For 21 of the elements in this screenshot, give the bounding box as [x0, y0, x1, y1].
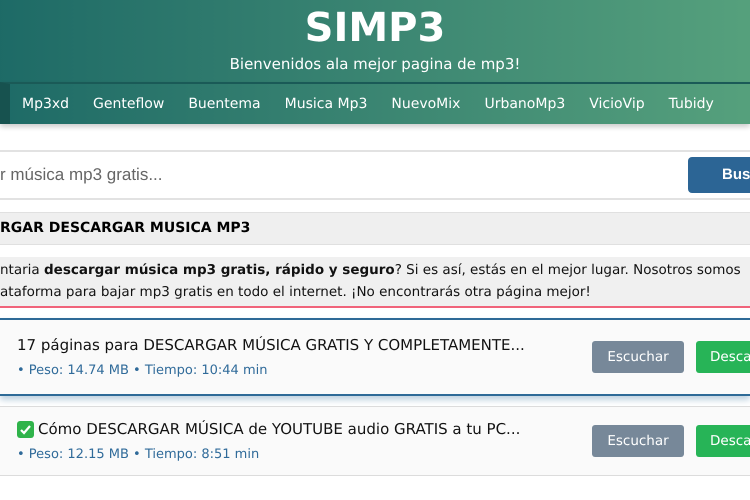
nav-link[interactable]: Tubidy [656, 94, 726, 114]
listen-button[interactable]: Escuchar [592, 425, 684, 457]
download-button[interactable]: Desca [696, 425, 750, 457]
result-title[interactable]: Cómo DESCARGAR MÚSICA de YOUTUBE audio GRATIS a tu PC... [38, 418, 520, 440]
nav-link[interactable]: NuevoMix [379, 94, 472, 114]
site-subtitle: Bienvenidos ala mejor pagina de mp3! [230, 54, 520, 74]
listen-button[interactable]: Escuchar [592, 341, 684, 373]
nav-link[interactable]: UrbanoMp3 [472, 94, 578, 114]
section-heading: RGAR DESCARGAR MUSICA MP3 [0, 212, 750, 245]
result-meta: • Peso: 12.15 MB • Tiempo: 8:51 min [17, 446, 260, 464]
site-title: SIMP3 [304, 4, 446, 52]
search-button[interactable]: Bus [688, 157, 750, 193]
nav-link[interactable]: Buentema [176, 94, 273, 114]
nav-link[interactable]: VicioVip [577, 94, 657, 114]
result-title[interactable]: 17 páginas para DESCARGAR MÚSICA GRATIS Y COMPLETAMENTE... [17, 334, 525, 356]
download-button[interactable]: Desca [696, 341, 750, 373]
nav-link[interactable]: Musica Mp3 [272, 94, 380, 114]
intro-paragraph: ntaria descargar música mp3 gratis, rápido y seguro? Si es así, estás en el mejor lugar. Nosotros somos ataforma para bajar mp3 gratis en todo el internet. ¡No encontrarás otra página mejor! [0, 257, 750, 308]
nav-link[interactable]: Genteflow [81, 94, 176, 114]
nav-link[interactable]: Mp3xd [10, 94, 82, 114]
result-meta: • Peso: 14.74 MB • Tiempo: 10:44 min [17, 362, 268, 380]
